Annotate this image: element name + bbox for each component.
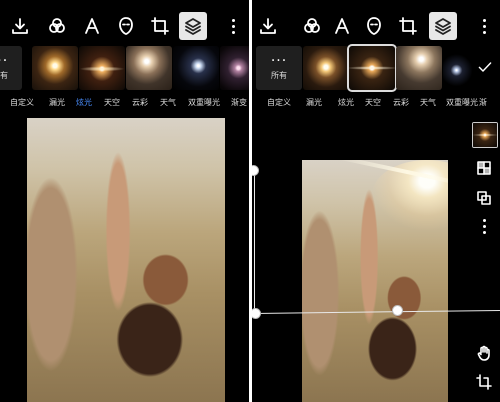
effect-thumb[interactable] bbox=[173, 46, 219, 90]
transform-guide-vertical bbox=[254, 170, 255, 315]
flare-preview bbox=[303, 46, 349, 90]
checkmark-icon bbox=[478, 62, 492, 72]
checker-blend-icon bbox=[477, 161, 491, 175]
color-circles-icon bbox=[49, 18, 65, 33]
mask-button[interactable] bbox=[360, 12, 388, 40]
effect-thumb[interactable] bbox=[303, 46, 349, 90]
flare-preview bbox=[443, 46, 473, 90]
mask-button[interactable] bbox=[112, 12, 140, 40]
color-button[interactable] bbox=[298, 12, 326, 40]
flare-preview bbox=[32, 46, 78, 90]
color-button[interactable] bbox=[43, 12, 71, 40]
flare-preview bbox=[473, 123, 497, 147]
download-button[interactable] bbox=[254, 12, 282, 40]
top-toolbar bbox=[0, 12, 249, 40]
effect-thumbnails: ··· 所有 bbox=[252, 44, 500, 92]
face-mask-icon bbox=[367, 17, 381, 35]
confirm-button[interactable] bbox=[474, 56, 496, 78]
crop-button[interactable] bbox=[146, 12, 174, 40]
effect-thumb[interactable] bbox=[126, 46, 172, 90]
more-vertical-icon bbox=[482, 218, 486, 234]
effect-thumb[interactable] bbox=[396, 46, 442, 90]
more-button[interactable] bbox=[219, 12, 247, 40]
thumb-label: 所有 bbox=[271, 70, 287, 80]
crop-frame-icon bbox=[476, 374, 492, 390]
flare-streak bbox=[333, 160, 448, 190]
transform-handle[interactable] bbox=[392, 305, 403, 316]
effect-thumb[interactable] bbox=[32, 46, 78, 90]
download-icon bbox=[12, 18, 28, 34]
text-button[interactable] bbox=[78, 12, 106, 40]
dots-icon: ··· bbox=[270, 52, 288, 69]
duplicate-button[interactable] bbox=[472, 186, 496, 210]
layers-button[interactable] bbox=[179, 12, 207, 40]
editor-panel-right: ··· 所有 自定义 漏光 炫光 天空 云彩 天气 双重曝光 渐 bbox=[252, 0, 500, 402]
hand-pan-icon bbox=[477, 345, 490, 361]
effect-thumbnails: ··· 所有 bbox=[0, 46, 249, 92]
more-button[interactable] bbox=[470, 12, 498, 40]
duplicate-icon bbox=[477, 191, 491, 205]
flare-preview bbox=[396, 46, 442, 90]
effect-thumb[interactable] bbox=[220, 46, 249, 90]
category-tab[interactable]: 渐变 bbox=[216, 97, 249, 108]
effect-thumb-selected[interactable] bbox=[347, 44, 397, 92]
blend-mode-button[interactable] bbox=[472, 156, 496, 180]
layer-more-button[interactable] bbox=[472, 214, 496, 238]
editor-panel-left: ··· 所有 自定义 漏光 炫光 天空 云彩 天气 双重曝光 渐变 bbox=[0, 0, 249, 402]
face-mask-icon bbox=[119, 17, 133, 35]
crop-button[interactable] bbox=[394, 12, 422, 40]
layers-icon bbox=[435, 18, 451, 35]
dots-icon: ··· bbox=[0, 52, 9, 69]
layers-button[interactable] bbox=[429, 12, 457, 40]
photo-canvas[interactable] bbox=[302, 160, 448, 402]
category-tabs: 自定义 漏光 炫光 天空 云彩 天气 双重曝光 渐变 bbox=[0, 97, 249, 111]
top-toolbar bbox=[252, 12, 500, 40]
category-tab[interactable]: 渐 bbox=[468, 97, 498, 108]
flare-preview bbox=[173, 46, 219, 90]
effect-none-thumb[interactable]: ··· 所有 bbox=[0, 46, 22, 90]
photo-canvas[interactable] bbox=[27, 118, 225, 402]
pan-tool-button[interactable] bbox=[472, 341, 496, 365]
category-tabs: 自定义 漏光 炫光 天空 云彩 天气 双重曝光 渐 bbox=[252, 97, 500, 111]
thumb-label: 所有 bbox=[0, 70, 8, 80]
effect-thumb[interactable] bbox=[443, 46, 473, 90]
download-icon bbox=[260, 18, 276, 34]
crop-icon bbox=[151, 17, 169, 35]
transform-handle[interactable] bbox=[252, 308, 261, 319]
text-button[interactable] bbox=[328, 12, 356, 40]
flare-preview bbox=[79, 46, 125, 90]
download-button[interactable] bbox=[6, 12, 34, 40]
transform-handle[interactable] bbox=[252, 165, 259, 176]
color-circles-icon bbox=[304, 18, 320, 33]
flare-preview bbox=[126, 46, 172, 90]
text-icon bbox=[335, 18, 349, 34]
more-vertical-icon bbox=[482, 18, 486, 34]
flare-preview-thumb[interactable] bbox=[472, 122, 498, 148]
crop-frame-button[interactable] bbox=[472, 370, 496, 394]
more-vertical-icon bbox=[231, 18, 235, 34]
effect-none-thumb[interactable]: ··· 所有 bbox=[256, 46, 302, 90]
crop-icon bbox=[399, 17, 417, 35]
flare-preview bbox=[349, 46, 395, 90]
effect-thumb[interactable] bbox=[79, 46, 125, 90]
flare-preview bbox=[220, 46, 249, 90]
text-icon bbox=[85, 18, 99, 34]
layers-icon bbox=[185, 18, 201, 35]
